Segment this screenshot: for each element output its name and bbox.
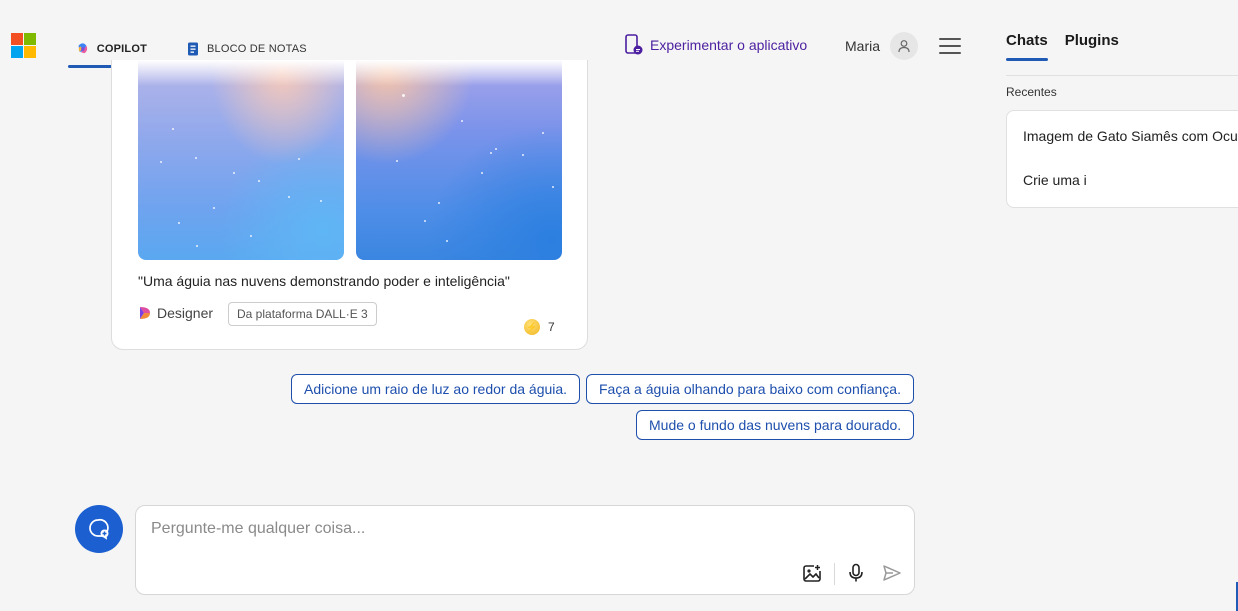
- sidebar-divider: [1006, 75, 1238, 76]
- designer-icon: [140, 307, 150, 319]
- image-result-card: "Uma águia nas nuvens demonstrando poder…: [111, 60, 588, 350]
- boosts-counter[interactable]: ⚡ 7: [524, 319, 555, 335]
- mobile-app-icon: [625, 34, 643, 55]
- microphone-icon[interactable]: [844, 561, 868, 585]
- add-image-icon[interactable]: [800, 561, 824, 585]
- send-icon[interactable]: [880, 561, 904, 585]
- chat-composer: [135, 505, 915, 595]
- platform-badge: Da plataforma DALL·E 3: [228, 302, 377, 326]
- boost-coin-icon: ⚡: [524, 319, 540, 335]
- new-chat-icon: [89, 518, 109, 540]
- designer-link[interactable]: Designer: [138, 305, 213, 321]
- user-menu[interactable]: Maria: [845, 32, 919, 60]
- image-caption: "Uma águia nas nuvens demonstrando poder…: [138, 273, 510, 289]
- recent-chat-item[interactable]: Crie uma i: [1023, 172, 1087, 188]
- user-name: Maria: [845, 38, 881, 54]
- tab-plugins[interactable]: Plugins: [1065, 32, 1119, 61]
- generated-image-1[interactable]: [138, 60, 344, 260]
- notebook-icon: [188, 42, 198, 56]
- suggestion-button[interactable]: Adicione um raio de luz ao redor da águi…: [291, 374, 581, 404]
- person-icon: [898, 40, 910, 53]
- new-topic-button[interactable]: [75, 505, 123, 553]
- try-app-link[interactable]: Experimentar o aplicativo: [624, 34, 807, 56]
- boosts-count: 7: [548, 320, 555, 334]
- tab-copilot-label: COPILOT: [96, 43, 147, 55]
- menu-icon[interactable]: [939, 38, 961, 54]
- designer-label: Designer: [157, 305, 214, 321]
- suggestion-button[interactable]: Mude o fundo das nuvens para dourado.: [636, 410, 915, 440]
- try-app-label: Experimentar o aplicativo: [650, 37, 808, 53]
- copilot-icon: [78, 43, 88, 54]
- recent-label: Recentes: [1006, 85, 1057, 99]
- recent-chats-list: Imagem de Gato Siamês com Oculos Crie um…: [1006, 110, 1238, 208]
- microsoft-logo[interactable]: [11, 33, 36, 58]
- recent-chat-item[interactable]: Imagem de Gato Siamês com Oculos: [1023, 128, 1238, 144]
- avatar[interactable]: [890, 32, 919, 60]
- suggestion-button[interactable]: Faça a águia olhando para baixo com conf…: [586, 374, 914, 404]
- sidebar-tabs: Chats Plugins: [1006, 32, 1119, 61]
- tab-notebook-label: BLOCO DE NOTAS: [207, 43, 307, 55]
- generated-image-2[interactable]: [356, 60, 562, 260]
- tab-chats[interactable]: Chats: [1006, 32, 1048, 61]
- chat-input[interactable]: [151, 518, 891, 540]
